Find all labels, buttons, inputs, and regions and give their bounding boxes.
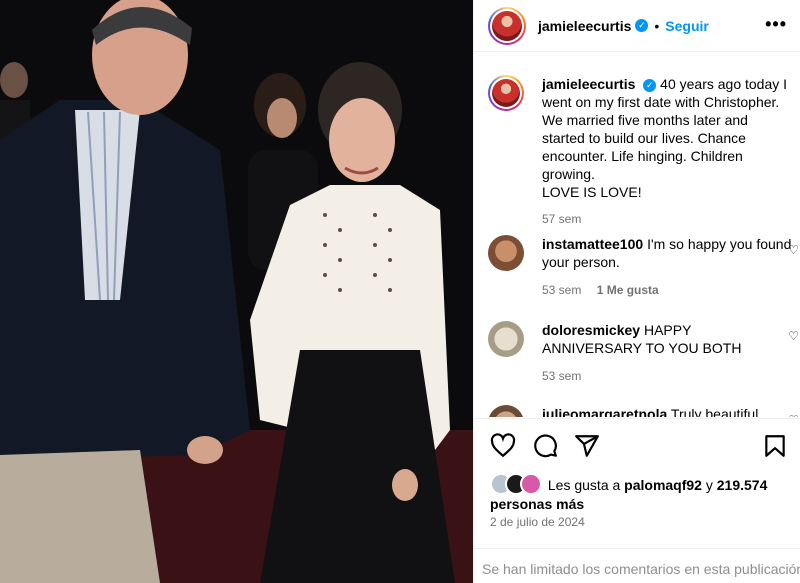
caption-time[interactable]: 57 sem xyxy=(542,212,581,226)
likes-prefix: Les gusta a xyxy=(547,477,621,493)
comment-avatar[interactable] xyxy=(488,405,524,417)
comment-heart-icon[interactable]: ♡ xyxy=(788,329,799,343)
comments-list[interactable]: jamieleecurtis ✓ 40 years ago today I we… xyxy=(474,53,800,417)
post-image xyxy=(0,0,473,583)
comment-avatar[interactable] xyxy=(488,321,524,357)
verified-badge-icon: ✓ xyxy=(635,19,649,32)
caption-avatar[interactable] xyxy=(488,75,524,111)
comment-time[interactable]: 53 sem xyxy=(542,369,581,383)
caption-last-line: LOVE IS LOVE! xyxy=(542,184,642,200)
caption-username[interactable]: jamieleecurtis xyxy=(542,76,635,92)
likes-summary[interactable]: Les gusta a palomaqf92 y 219.574 persona… xyxy=(490,473,790,514)
liker-avatars xyxy=(490,473,544,495)
comment-heart-icon[interactable]: ♡ xyxy=(788,243,799,257)
comment-body: instamattee100 I'm so happy you found yo… xyxy=(542,235,792,299)
more-icon[interactable]: ••• xyxy=(765,14,787,35)
comment-body: julieomargaretnola Truly beautiful xyxy=(542,405,792,417)
share-icon[interactable] xyxy=(574,433,600,459)
comment-heart-icon[interactable]: ♡ xyxy=(788,413,799,417)
verified-badge-icon: ✓ xyxy=(643,79,657,92)
likes-suffix[interactable]: personas más xyxy=(490,496,584,512)
likes-count[interactable]: 219.574 xyxy=(717,477,768,493)
author-avatar[interactable] xyxy=(488,6,526,45)
bookmark-icon[interactable] xyxy=(762,433,788,459)
comment-likes[interactable]: 1 Me gusta xyxy=(597,283,659,297)
comment-text: Truly beautiful xyxy=(670,406,759,417)
likes-joiner: y xyxy=(705,477,713,493)
post-header: jamieleecurtis ✓ • Seguir ••• xyxy=(474,0,800,52)
comments-limited-notice: Se han limitado los comentarios en esta … xyxy=(474,548,800,583)
separator-dot: • xyxy=(654,17,660,34)
author-username[interactable]: jamieleecurtis xyxy=(538,18,631,34)
post-actions: Les gusta a palomaqf92 y 219.574 persona… xyxy=(474,418,800,568)
likes-user[interactable]: palomaqf92 xyxy=(624,477,702,493)
comment-avatar[interactable] xyxy=(488,235,524,271)
comment-icon[interactable] xyxy=(532,433,558,459)
comment-username[interactable]: julieomargaretnola xyxy=(542,406,667,417)
comment-username[interactable]: doloresmickey xyxy=(542,322,640,338)
heart-icon[interactable] xyxy=(490,433,516,459)
comment-username[interactable]: instamattee100 xyxy=(542,236,643,252)
post-photo[interactable] xyxy=(0,0,473,583)
post-sidebar: jamieleecurtis ✓ • Seguir ••• jamieleecu… xyxy=(473,0,800,583)
comment-body: doloresmickey HAPPY ANNIVERSARY TO YOU B… xyxy=(542,321,792,385)
comment-time[interactable]: 53 sem xyxy=(542,283,581,297)
post-date: 2 de julio de 2024 xyxy=(490,515,585,529)
caption-body: jamieleecurtis ✓ 40 years ago today I we… xyxy=(542,75,792,228)
follow-button[interactable]: Seguir xyxy=(665,18,709,34)
